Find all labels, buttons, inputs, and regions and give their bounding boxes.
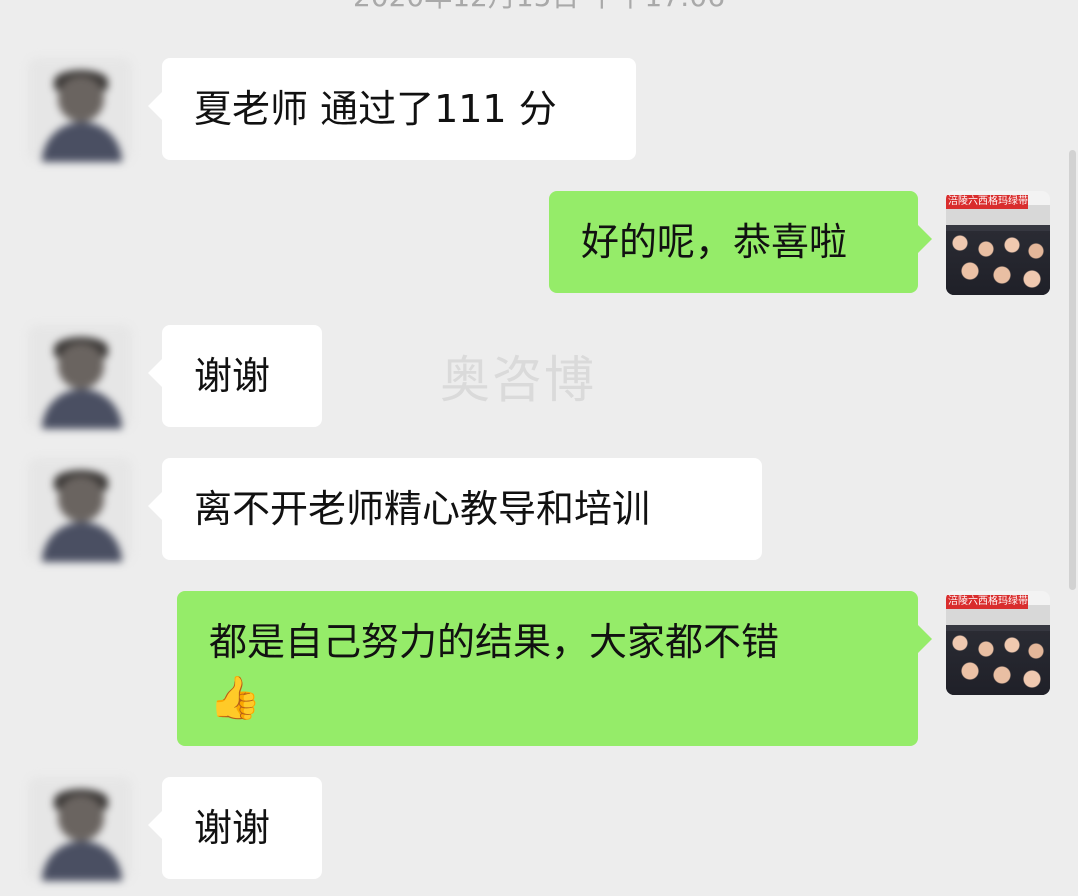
avatar-head <box>58 343 104 389</box>
message-text: 好的呢，恭喜啦 <box>581 220 848 264</box>
contact-avatar[interactable] <box>28 777 132 881</box>
contact-avatar[interactable] <box>28 58 132 162</box>
avatar-head <box>58 76 104 122</box>
message-text: 离不开老师精心教导和培训 <box>194 487 651 531</box>
avatar-head <box>58 795 104 841</box>
incoming-message-bubble[interactable]: 谢谢 <box>148 777 322 879</box>
self-avatar[interactable]: 涪陵六西格玛绿带培训 <box>946 191 1050 295</box>
avatar-body <box>42 122 122 162</box>
self-avatar[interactable]: 涪陵六西格玛绿带培训 <box>946 591 1050 695</box>
contact-avatar[interactable] <box>28 325 132 429</box>
incoming-message-bubble[interactable]: 离不开老师精心教导和培训 <box>148 458 762 560</box>
incoming-message-bubble[interactable]: 谢谢 <box>148 325 322 427</box>
outgoing-message-bubble[interactable]: 好的呢，恭喜啦 <box>549 191 932 293</box>
chat-timestamp: 2020年12月15日 下午17:06 <box>0 0 1078 14</box>
thumbs-up-icon: 👍 <box>209 673 262 722</box>
avatar-banner: 涪陵六西格玛绿带培训 <box>946 595 1028 609</box>
avatar-crowd-photo <box>946 231 1050 295</box>
message-text: 夏老师 通过了111 分 <box>194 87 557 131</box>
avatar-body <box>42 389 122 429</box>
avatar-crowd-photo <box>946 631 1050 695</box>
avatar-banner: 涪陵六西格玛绿带培训 <box>946 195 1028 209</box>
watermark-text: 奥咨博 <box>440 351 596 409</box>
message-text: 谢谢 <box>194 806 271 850</box>
contact-avatar[interactable] <box>28 458 132 562</box>
message-text: 谢谢 <box>194 354 271 398</box>
outgoing-message-bubble[interactable]: 都是自己努力的结果，大家都不错 👍 <box>177 591 932 746</box>
scrollbar[interactable] <box>1069 150 1076 590</box>
avatar-head <box>58 476 104 522</box>
message-text: 都是自己努力的结果，大家都不错 <box>209 620 780 664</box>
incoming-message-bubble[interactable]: 夏老师 通过了111 分 <box>148 58 636 160</box>
avatar-body <box>42 841 122 881</box>
avatar-body <box>42 522 122 562</box>
